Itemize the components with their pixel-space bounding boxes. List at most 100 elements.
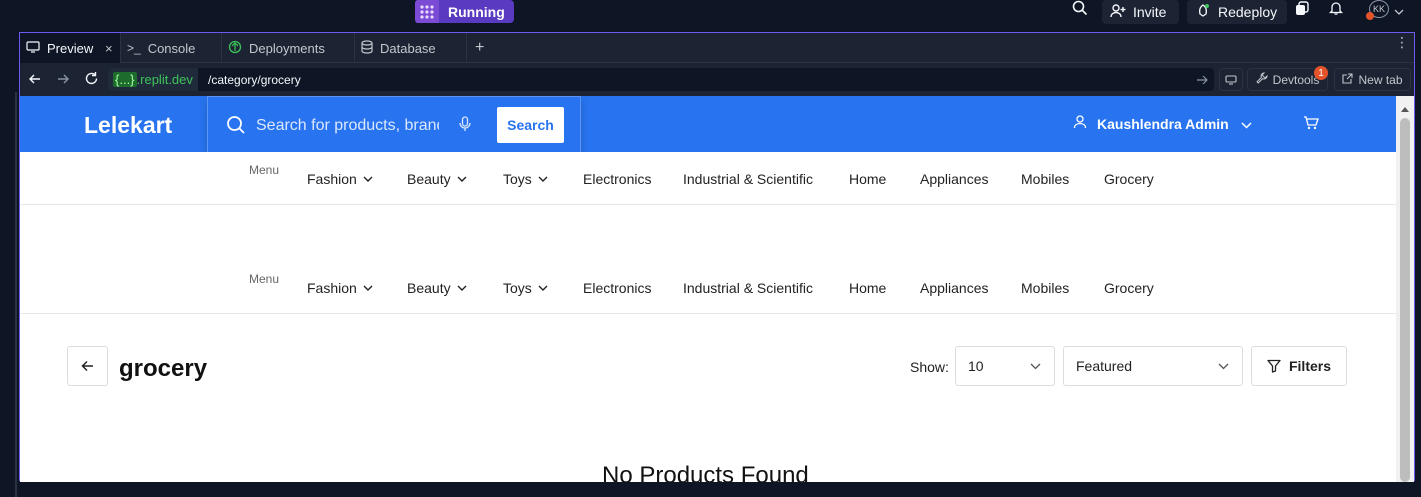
database-icon [361, 39, 373, 57]
deploy-icon [228, 40, 242, 57]
devtools-badge: 1 [1314, 66, 1328, 80]
run-status[interactable]: Running [415, 0, 514, 23]
device-icon[interactable] [1219, 68, 1243, 91]
nav-label: Home [849, 171, 887, 187]
filter-icon [1267, 359, 1281, 373]
nav-label: Mobiles [1021, 280, 1070, 296]
add-tab-icon[interactable]: + [475, 39, 484, 57]
nav-item-home[interactable]: Home [849, 171, 886, 187]
nav-label: Industrial & Scientific [683, 280, 813, 296]
devtools-label: Devtools [1272, 72, 1320, 87]
search-button[interactable]: Search [497, 107, 564, 143]
nav-item-appliances[interactable]: Appliances [920, 171, 989, 187]
nav-item-fashion[interactable]: Fashion [307, 171, 373, 187]
nav-item-mobiles[interactable]: Mobiles [1021, 280, 1069, 296]
nav-item-grocery[interactable]: Grocery [1104, 171, 1154, 187]
nav-item-home[interactable]: Home [849, 280, 886, 296]
cart-icon[interactable] [1303, 115, 1319, 136]
chevron-down-icon [1030, 363, 1041, 369]
nav-item-beauty[interactable]: Beauty [407, 280, 467, 296]
nav-label: Toys [503, 171, 532, 187]
tab-label: Console [147, 40, 196, 56]
nav-item-appliances[interactable]: Appliances [920, 280, 989, 296]
run-status-label: Running [439, 0, 514, 23]
nav-item-toys[interactable]: Toys [503, 280, 548, 296]
filters-button[interactable]: Filters [1251, 346, 1347, 386]
tab-console[interactable]: >_ Console [121, 33, 222, 63]
add-user-icon [1110, 3, 1126, 21]
chevron-down-icon[interactable] [1394, 3, 1404, 21]
page-size-value: 10 [968, 358, 984, 374]
invite-label: Invite [1133, 4, 1167, 20]
microphone-icon[interactable] [459, 116, 471, 137]
back-button[interactable] [67, 346, 108, 386]
scrollbar-thumb[interactable] [1400, 118, 1410, 482]
go-arrow-icon[interactable] [1196, 73, 1208, 91]
scroll-up-icon[interactable] [1400, 100, 1410, 118]
chevron-down-icon [1218, 363, 1229, 369]
website-viewport: Lelekart Kaushlendra Admin Search for pr… [20, 96, 1414, 482]
menu-label: Menu [249, 163, 280, 177]
new-tab-button[interactable]: New tab [1334, 68, 1411, 91]
domain-prefix: {...} [113, 72, 137, 87]
copy-icon[interactable] [1294, 1, 1310, 17]
chevron-down-icon [363, 176, 373, 182]
page-size-select[interactable]: 10 [955, 346, 1055, 386]
invite-button[interactable]: Invite [1102, 0, 1179, 24]
nav-label: Mobiles [1021, 171, 1070, 187]
sort-value: Featured [1076, 358, 1133, 374]
search-input[interactable] [256, 115, 439, 137]
nav-item-electronics[interactable]: Electronics [583, 280, 651, 296]
nav-item-fashion[interactable]: Fashion [307, 280, 373, 296]
filters-label: Filters [1288, 358, 1331, 374]
user-menu[interactable]: Kaushlendra Admin [1073, 115, 1252, 132]
back-arrow-icon[interactable] [28, 72, 42, 91]
search-box: Search [207, 96, 581, 155]
page-title: grocery [119, 355, 208, 382]
nav-label: Appliances [920, 280, 989, 296]
domain-suffix: .replit.dev [136, 72, 193, 87]
sort-select[interactable]: Featured [1063, 346, 1243, 386]
nav-item-beauty[interactable]: Beauty [407, 171, 467, 187]
nav-item-grocery[interactable]: Grocery [1104, 280, 1154, 296]
chevron-down-icon [457, 176, 467, 182]
nav-label: Home [849, 280, 887, 296]
brand-logo[interactable]: Lelekart [84, 112, 172, 139]
nav-item-toys[interactable]: Toys [503, 171, 548, 187]
nav-label: Beauty [407, 171, 451, 187]
tab-label: Preview [47, 40, 94, 56]
scrollbar[interactable] [1396, 96, 1414, 482]
menu-label: Menu [249, 272, 280, 286]
nav-label: Beauty [407, 280, 451, 296]
nav-label: Appliances [920, 171, 989, 187]
tab-database[interactable]: Database [355, 33, 467, 63]
redeploy-icon [1195, 3, 1211, 22]
category-nav-secondary: Menu Fashion Beauty Toys Electronics Ind… [20, 261, 1396, 314]
user-name: Kaushlendra Admin [1097, 115, 1229, 132]
url-path: /category/grocery [208, 72, 301, 87]
right-gutter [1416, 32, 1421, 481]
left-gutter [0, 32, 18, 497]
domain-badge[interactable]: {...} .replit.dev [108, 68, 198, 91]
pane-tabs: Preview × >_ Console Deployments Databas… [20, 33, 1414, 63]
redeploy-button[interactable]: Redeploy [1187, 0, 1287, 24]
search-icon[interactable] [1072, 0, 1088, 16]
nav-item-electronics[interactable]: Electronics [583, 171, 651, 187]
tab-deployments[interactable]: Deployments [222, 33, 355, 63]
forward-arrow-icon[interactable] [56, 72, 70, 91]
more-options-icon[interactable]: ⋮ [1395, 35, 1409, 49]
nav-item-mobiles[interactable]: Mobiles [1021, 171, 1069, 187]
arrow-left-icon [81, 360, 93, 372]
tab-label: Deployments [249, 40, 325, 56]
close-icon[interactable]: × [105, 41, 113, 56]
monitor-icon [26, 40, 40, 56]
nav-item-industrial[interactable]: Industrial & Scientific [683, 171, 813, 187]
url-bar-row: {...} .replit.dev /category/grocery Devt… [20, 63, 1414, 96]
reload-icon[interactable] [84, 71, 99, 91]
bell-icon[interactable] [1328, 0, 1344, 16]
chevron-down-icon [1241, 116, 1252, 132]
tab-preview[interactable]: Preview × [20, 33, 121, 63]
chevron-down-icon [363, 285, 373, 291]
nav-item-industrial[interactable]: Industrial & Scientific [683, 280, 813, 296]
url-input[interactable]: {...} .replit.dev /category/grocery [108, 68, 1214, 91]
